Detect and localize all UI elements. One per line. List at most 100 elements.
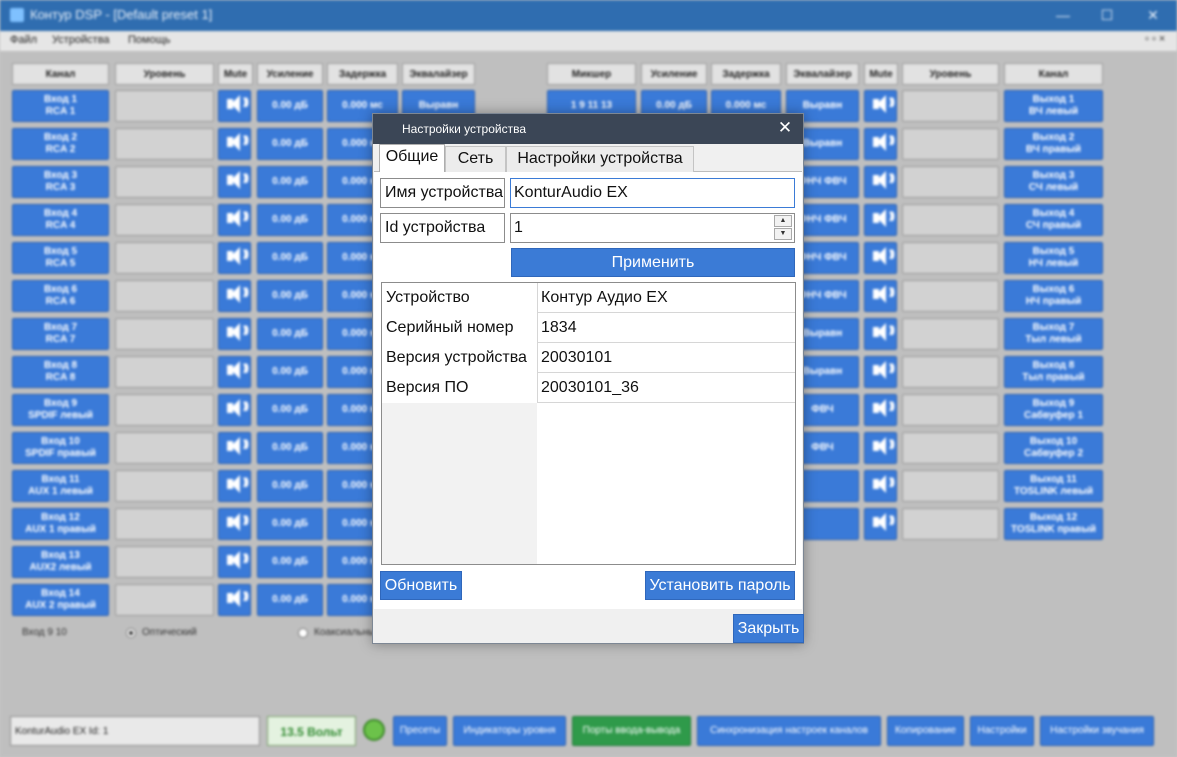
output-channel-button[interactable]: Выход 11 TOSLINK левый xyxy=(1004,470,1103,502)
output-channel-button[interactable]: Выход 3 СЧ левый xyxy=(1004,166,1103,198)
speaker-icon xyxy=(873,247,893,265)
output-mute-button[interactable] xyxy=(864,90,897,122)
input-channel-button[interactable]: Вход 5 RCA 5 xyxy=(12,242,109,274)
minimize-icon[interactable]: — xyxy=(1048,4,1078,26)
input-mute-button[interactable] xyxy=(218,90,251,122)
input-mute-button[interactable] xyxy=(218,508,251,540)
input-gain-button[interactable]: 0.00 дБ xyxy=(257,204,323,236)
input-gain-button[interactable]: 0.00 дБ xyxy=(257,432,323,464)
input-channel-button[interactable]: Вход 13 AUX2 левый xyxy=(12,546,109,578)
coaxial-radio[interactable] xyxy=(298,628,308,638)
menu-help[interactable]: Помощь xyxy=(128,34,171,46)
copy-button[interactable]: Копирование xyxy=(887,716,964,746)
input-mute-button[interactable] xyxy=(218,394,251,426)
input-channel-button[interactable]: Вход 14 AUX 2 правый xyxy=(12,584,109,616)
input-channel-button[interactable]: Вход 10 SPDIF правый xyxy=(12,432,109,464)
output-mute-button[interactable] xyxy=(864,432,897,464)
input-channel-button[interactable]: Вход 4 RCA 4 xyxy=(12,204,109,236)
output-mute-button[interactable] xyxy=(864,280,897,312)
output-header-col: Эквалайзер xyxy=(786,63,859,85)
output-channel-button[interactable]: Выход 9 Сабвуфер 1 xyxy=(1004,394,1103,426)
spin-down-icon[interactable]: ▼ xyxy=(774,228,792,240)
input-gain-button[interactable]: 0.00 дБ xyxy=(257,470,323,502)
maximize-icon[interactable]: ☐ xyxy=(1092,4,1122,26)
close-window-icon[interactable]: ✕ xyxy=(1138,4,1168,26)
apply-button[interactable]: Применить xyxy=(511,248,795,277)
output-level-meter xyxy=(902,432,999,464)
input-channel-button[interactable]: Вход 6 RCA 6 xyxy=(12,280,109,312)
output-channel-button[interactable]: Выход 8 Тыл правый xyxy=(1004,356,1103,388)
input-gain-button[interactable]: 0.00 дБ xyxy=(257,508,323,540)
app-logo-icon xyxy=(10,8,24,22)
input-mute-button[interactable] xyxy=(218,280,251,312)
output-channel-button[interactable]: Выход 6 НЧ правый xyxy=(1004,280,1103,312)
input-gain-button[interactable]: 0.00 дБ xyxy=(257,318,323,350)
input-channel-button[interactable]: Вход 1 RCA 1 xyxy=(12,90,109,122)
output-mute-button[interactable] xyxy=(864,166,897,198)
sound-settings-button[interactable]: Настройки звучания xyxy=(1040,716,1154,746)
spin-up-icon[interactable]: ▲ xyxy=(774,215,792,227)
input-mute-button[interactable] xyxy=(218,546,251,578)
optical-radio[interactable] xyxy=(126,628,136,638)
output-mute-button[interactable] xyxy=(864,242,897,274)
tab-general[interactable]: Общие xyxy=(379,144,445,172)
sync-channels-button[interactable]: Синхронизация настроек каналов xyxy=(697,716,881,746)
input-mute-button[interactable] xyxy=(218,242,251,274)
input-gain-button[interactable]: 0.00 дБ xyxy=(257,128,323,160)
input-gain-button[interactable]: 0.00 дБ xyxy=(257,394,323,426)
close-icon[interactable]: ✕ xyxy=(775,118,795,138)
input-mute-button[interactable] xyxy=(218,318,251,350)
device-name-input[interactable]: KonturAudio EX xyxy=(510,178,795,208)
optical-label: Оптический xyxy=(142,627,197,638)
input-mute-button[interactable] xyxy=(218,128,251,160)
output-channel-button[interactable]: Выход 7 Тыл левый xyxy=(1004,318,1103,350)
output-mute-button[interactable] xyxy=(864,356,897,388)
settings-button[interactable]: Настройки xyxy=(970,716,1034,746)
input-channel-button[interactable]: Вход 8 RCA 8 xyxy=(12,356,109,388)
output-mute-button[interactable] xyxy=(864,394,897,426)
input-mute-button[interactable] xyxy=(218,356,251,388)
input-mute-button[interactable] xyxy=(218,470,251,502)
tab-device-settings[interactable]: Настройки устройства xyxy=(506,146,694,172)
device-id-spinbox[interactable]: 1 ▲ ▼ xyxy=(510,213,795,243)
output-mute-button[interactable] xyxy=(864,204,897,236)
input-level-meter xyxy=(115,128,214,160)
output-mute-button[interactable] xyxy=(864,508,897,540)
menu-file[interactable]: Файл xyxy=(10,34,37,46)
input-channel-button[interactable]: Вход 12 AUX 1 правый xyxy=(12,508,109,540)
output-channel-button[interactable]: Выход 5 НЧ левый xyxy=(1004,242,1103,274)
input-mute-button[interactable] xyxy=(218,166,251,198)
input-gain-button[interactable]: 0.00 дБ xyxy=(257,242,323,274)
input-mute-button[interactable] xyxy=(218,584,251,616)
input-mute-button[interactable] xyxy=(218,204,251,236)
menu-devices[interactable]: Устройства xyxy=(52,34,110,46)
input-channel-button[interactable]: Вход 9 SPDIF левый xyxy=(12,394,109,426)
close-button[interactable]: Закрыть xyxy=(733,614,804,643)
output-channel-button[interactable]: Выход 2 ВЧ правый xyxy=(1004,128,1103,160)
input-gain-button[interactable]: 0.00 дБ xyxy=(257,280,323,312)
output-channel-button[interactable]: Выход 4 СЧ правый xyxy=(1004,204,1103,236)
set-password-button[interactable]: Установить пароль xyxy=(645,571,795,600)
refresh-button[interactable]: Обновить xyxy=(380,571,462,600)
io-ports-button[interactable]: Порты ввода-вывода xyxy=(572,716,691,746)
input-channel-button[interactable]: Вход 7 RCA 7 xyxy=(12,318,109,350)
restore-icon[interactable]: ▫ ▫ × xyxy=(1145,33,1165,45)
input-channel-button[interactable]: Вход 3 RCA 3 xyxy=(12,166,109,198)
output-channel-button[interactable]: Выход 1 ВЧ левый xyxy=(1004,90,1103,122)
input-gain-button[interactable]: 0.00 дБ xyxy=(257,356,323,388)
presets-button[interactable]: Пресеты xyxy=(393,716,447,746)
output-mute-button[interactable] xyxy=(864,128,897,160)
output-channel-button[interactable]: Выход 12 TOSLINK правый xyxy=(1004,508,1103,540)
input-gain-button[interactable]: 0.00 дБ xyxy=(257,584,323,616)
tab-network[interactable]: Сеть xyxy=(445,146,506,172)
level-indicators-button[interactable]: Индикаторы уровня xyxy=(453,716,566,746)
input-channel-button[interactable]: Вход 2 RCA 2 xyxy=(12,128,109,160)
input-channel-button[interactable]: Вход 11 AUX 1 левый xyxy=(12,470,109,502)
output-mute-button[interactable] xyxy=(864,318,897,350)
input-gain-button[interactable]: 0.00 дБ xyxy=(257,166,323,198)
input-gain-button[interactable]: 0.00 дБ xyxy=(257,90,323,122)
input-mute-button[interactable] xyxy=(218,432,251,464)
output-channel-button[interactable]: Выход 10 Сабвуфер 2 xyxy=(1004,432,1103,464)
input-gain-button[interactable]: 0.00 дБ xyxy=(257,546,323,578)
output-mute-button[interactable] xyxy=(864,470,897,502)
